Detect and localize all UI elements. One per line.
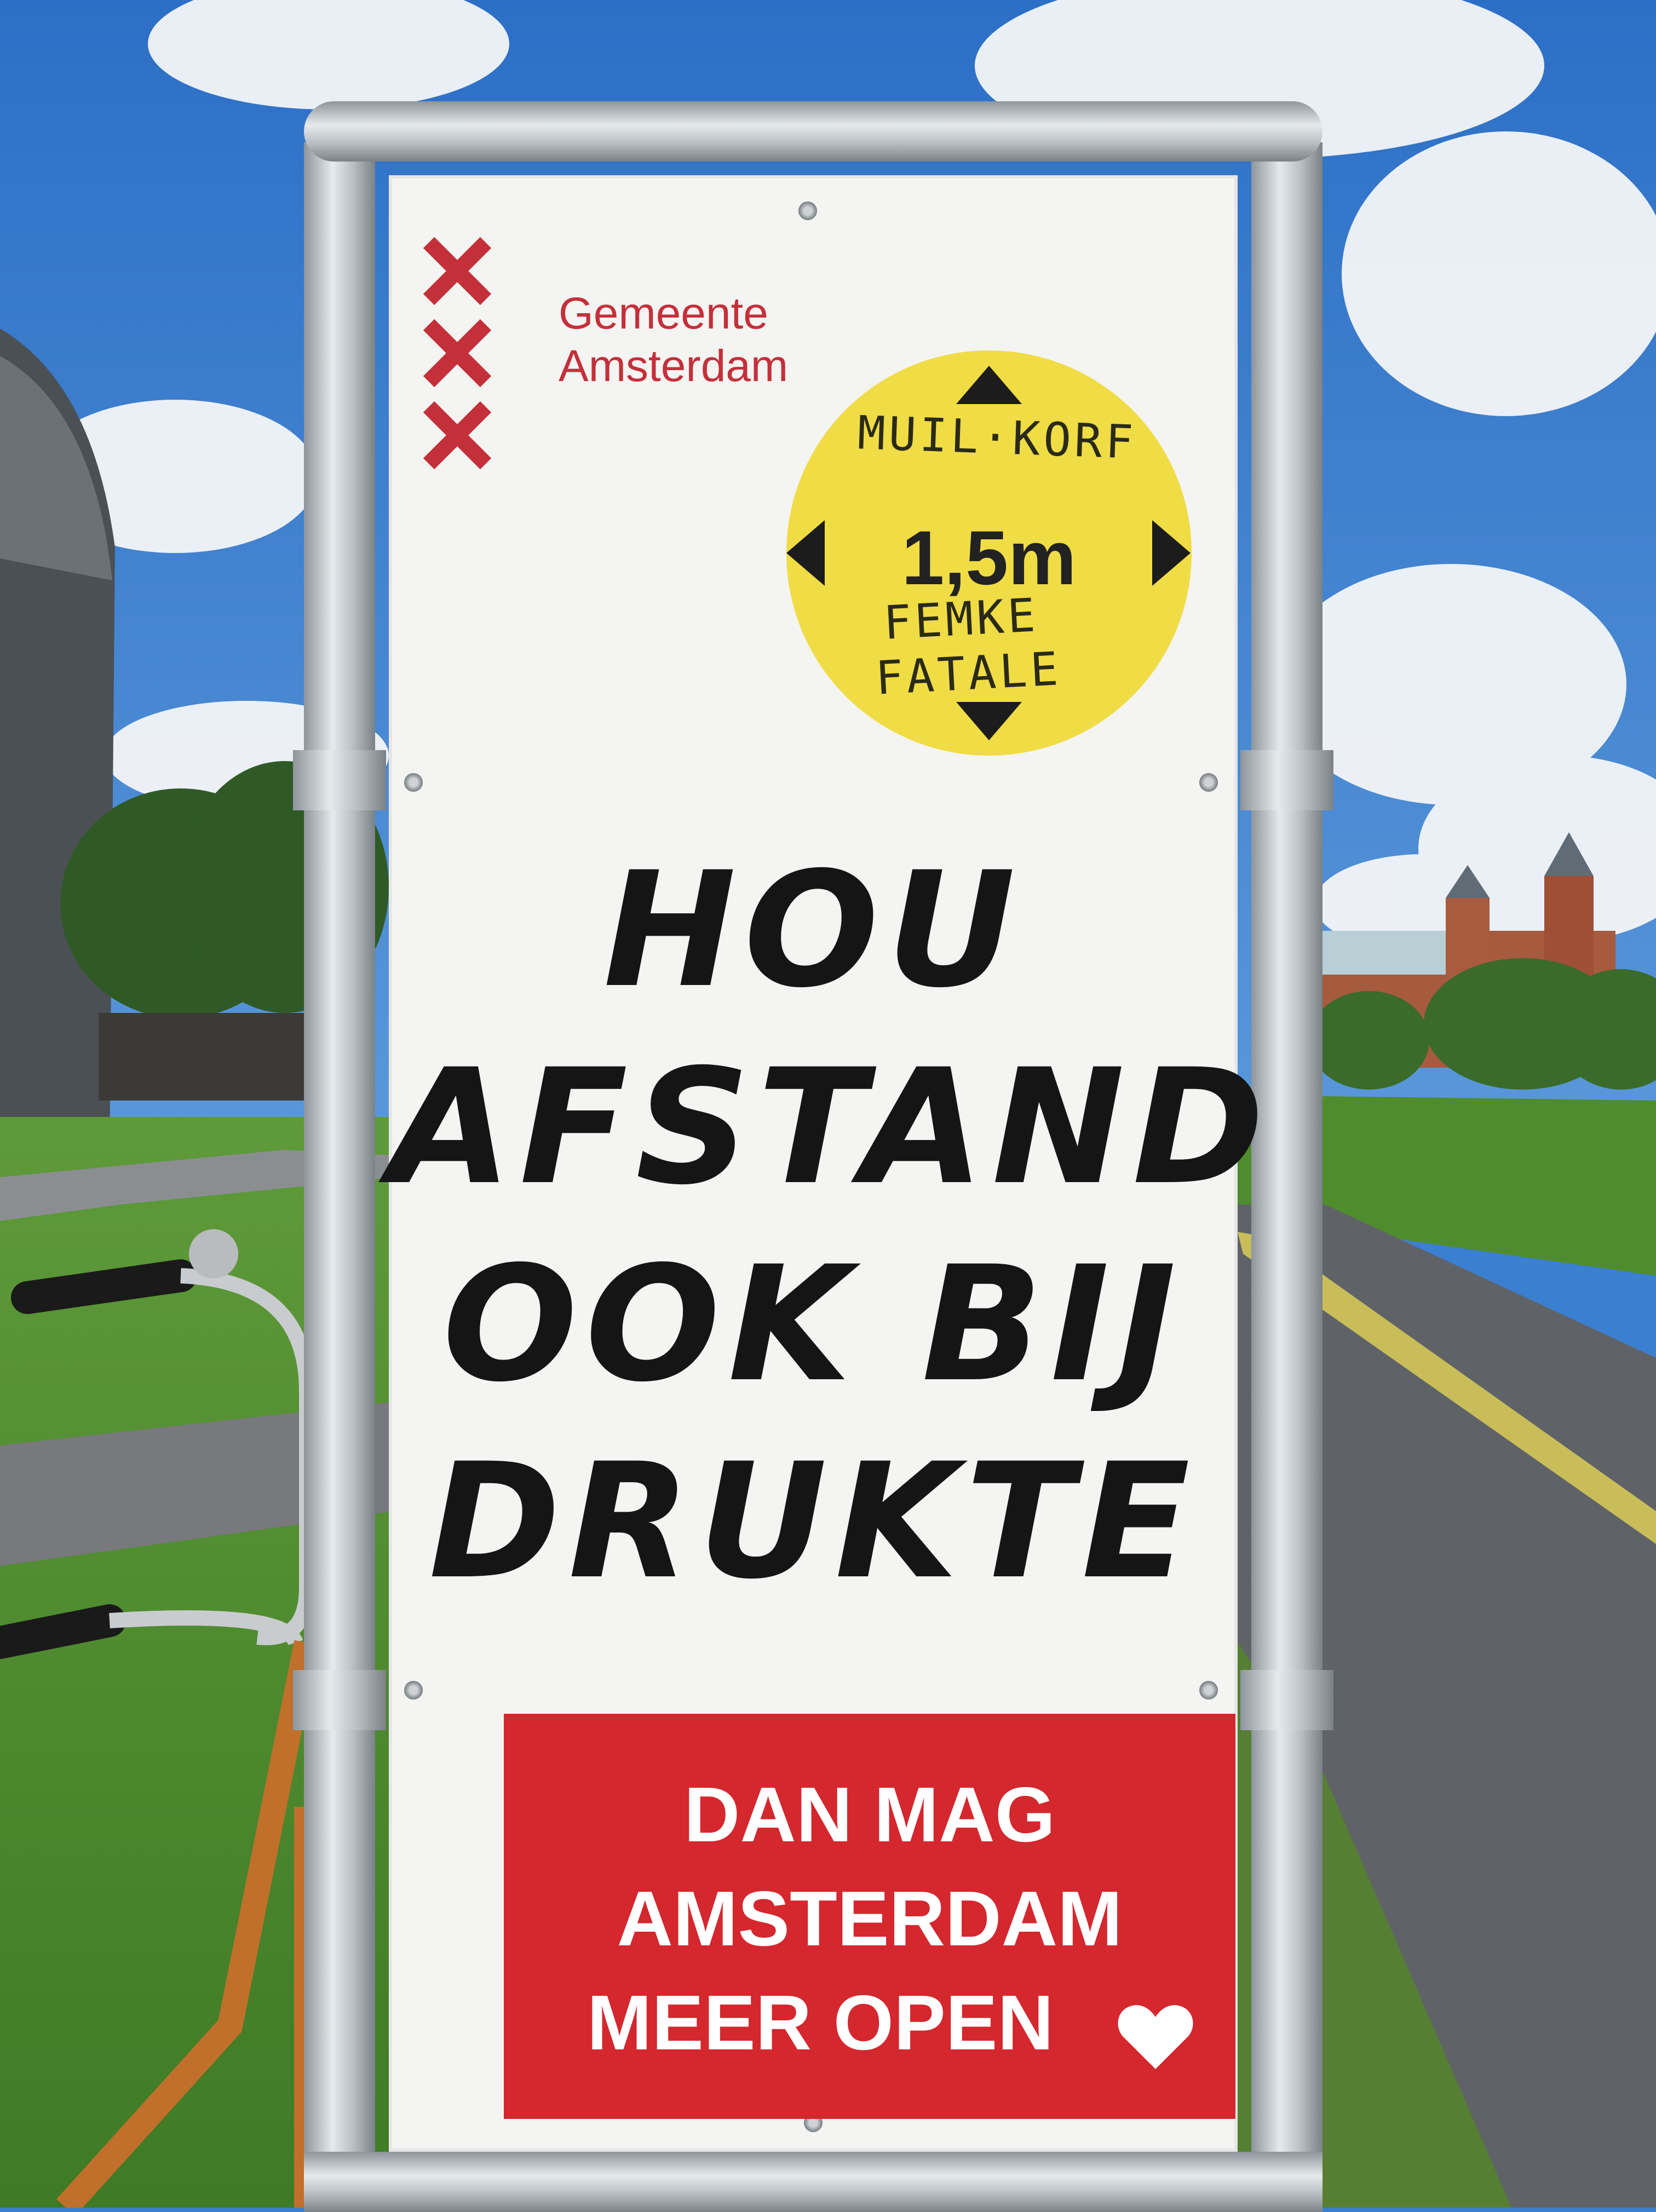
headline-line-4: DRUKTE <box>428 1430 1198 1614</box>
frame-clamp <box>293 750 386 810</box>
sign-bolt <box>798 201 817 220</box>
amsterdam-crosses <box>422 235 498 482</box>
sign-bolt <box>1199 1681 1218 1700</box>
red-banner: DAN MAG AMSTERDAM MEER OPEN <box>504 1714 1235 2119</box>
arrow-down-icon <box>956 702 1022 740</box>
distance-label: 1,5m <box>901 515 1077 601</box>
sign-board: Gemeente Amsterdam MUIL·KORF 1,5m FEMKE … <box>389 175 1272 2152</box>
headline-line-3: OOK BIJ <box>442 1232 1184 1417</box>
arrow-up-icon <box>956 366 1022 404</box>
amsterdam-x-icon <box>423 319 492 388</box>
graffiti-bottom-line-1: FEMKE <box>882 588 1040 650</box>
frame-top-bar <box>304 101 1323 162</box>
graffiti-bottom-line-2: FATALE <box>874 642 1063 705</box>
frame-clamp <box>1240 1670 1333 1730</box>
headline-line-2: AFSTAND <box>389 1035 1272 1220</box>
graffiti-top: MUIL·KORF <box>856 406 1137 469</box>
graffiti-bottom: FEMKE FATALE <box>871 586 1062 705</box>
sign-bolt <box>404 773 423 792</box>
org-line-2: Amsterdam <box>559 341 789 391</box>
sign-bolt <box>1199 773 1218 792</box>
heart-icon <box>1118 2005 1193 2069</box>
frame-bottom-bar <box>304 2152 1323 2212</box>
distance-circle: MUIL·KORF 1,5m FEMKE FATALE <box>786 350 1192 756</box>
headline-line-1: HOU <box>603 838 1024 1023</box>
amsterdam-x-icon <box>423 237 492 306</box>
frame-clamp <box>293 1670 386 1730</box>
frame-left-pole <box>304 142 375 2208</box>
frame-clamp <box>1240 750 1333 810</box>
amsterdam-x-icon <box>423 401 492 470</box>
banner-line-2: AMSTERDAM <box>617 1875 1123 1962</box>
headline: HOU AFSTAND OOK BIJ DRUKTE <box>389 832 1272 1621</box>
organization-name: Gemeente Amsterdam <box>559 287 788 393</box>
banner-line-1: DAN MAG <box>683 1771 1056 1858</box>
org-line-1: Gemeente <box>559 289 768 338</box>
sign-bolt <box>404 1681 423 1700</box>
